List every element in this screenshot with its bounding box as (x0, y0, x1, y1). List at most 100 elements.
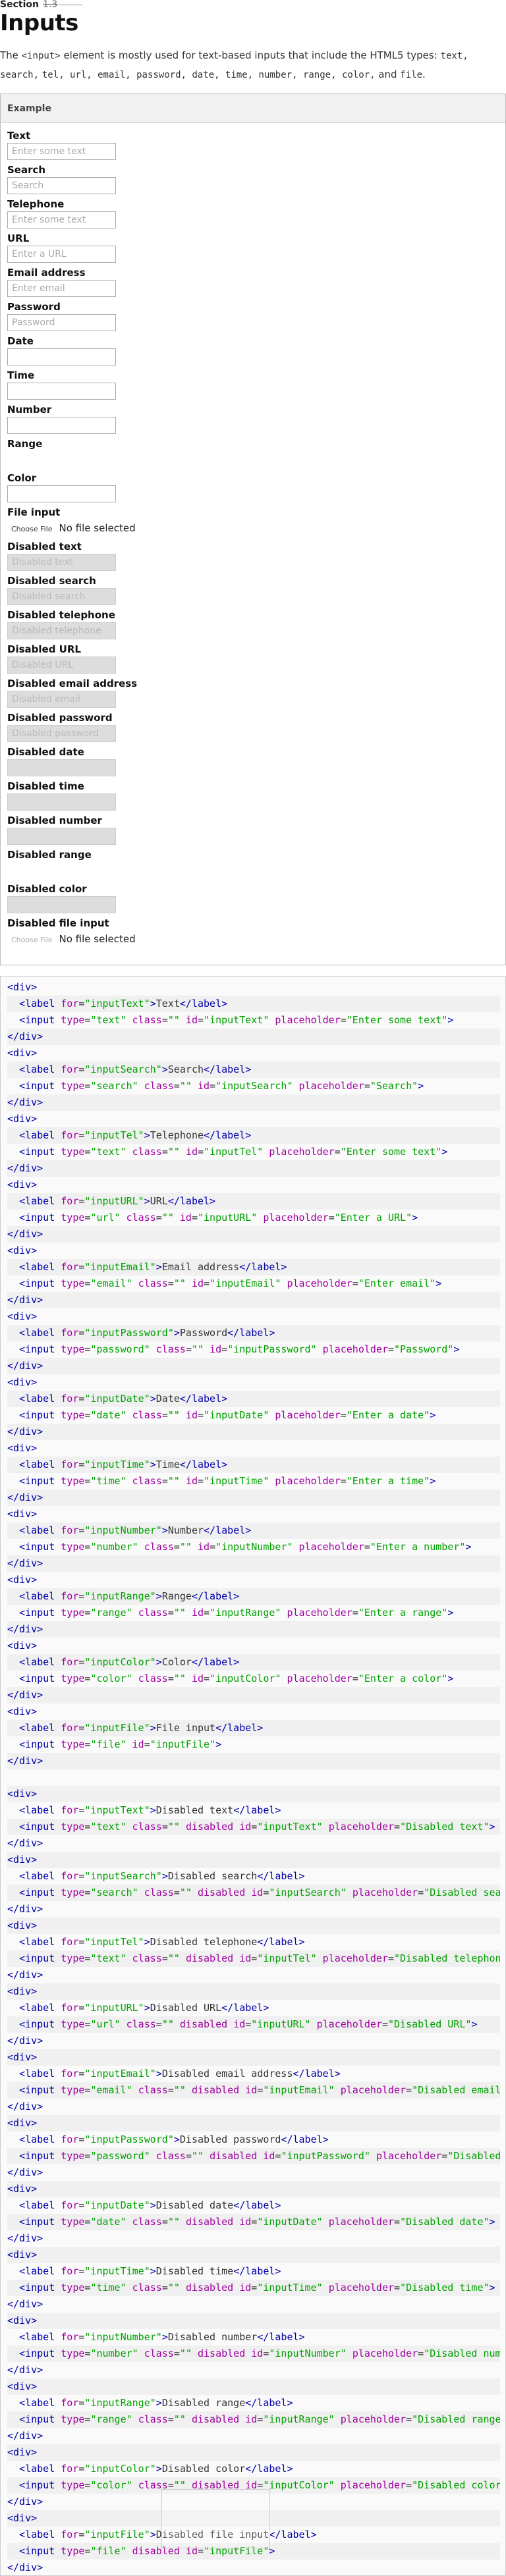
field-disabled-date: Disabled date (7, 745, 499, 779)
input-date[interactable] (7, 348, 116, 365)
input-disabled-search: Disabled search (7, 588, 116, 605)
code-line: <input type="password" class="" id="inpu… (19, 1343, 460, 1355)
intro-last-type: file (400, 70, 423, 80)
field-disabled-password: Disabled password Disabled password (7, 711, 499, 745)
code-line: <div> (7, 1786, 500, 1802)
range-range[interactable] (7, 451, 499, 468)
field-telephone: Telephone Enter some text (7, 197, 499, 231)
code-line: </div> (7, 1753, 500, 1769)
code-line: </div> (7, 1226, 500, 1243)
field-time: Time (7, 368, 499, 402)
code-line: <label for="inputNumber">Number</label> (7, 1522, 500, 1539)
code-line: <div> (7, 1852, 500, 1868)
code-line: <input type="password" class="" disabled… (7, 2148, 500, 2164)
field-password: Password Password (7, 300, 499, 334)
code-line: <label for="inputEmail">Disabled email a… (19, 2068, 341, 2080)
field-disabled-file-input: Disabled file input Choose File No file se… (7, 916, 499, 950)
code-line: <div> (7, 1508, 38, 1520)
code-sample: <div> <label for="inputText">Text</label… (0, 976, 506, 2576)
code-line: </div> (7, 1621, 500, 1638)
range-disabled-range (7, 862, 499, 879)
code-line: <label for="inputEmail">Email address</l… (7, 1259, 500, 1275)
code-line: <input type="text" class="" disabled id=… (7, 1950, 500, 1967)
code-line: </div> (7, 1160, 500, 1177)
file-file-input: Choose File No file selected (7, 520, 499, 537)
code-line: <label for="inputNumber">Disabled number… (19, 2331, 305, 2343)
field-disabled-text: Disabled text Disabled text (7, 539, 499, 574)
field-range: Range (7, 437, 499, 471)
input-color[interactable] (7, 485, 116, 502)
code-line: </div> (7, 2166, 43, 2178)
label-color: Color (7, 472, 37, 484)
code-line: <input type="color" class="" id="inputCo… (19, 1673, 454, 1684)
intro-types-2: tel, url, email, password, date, time, n… (42, 70, 376, 80)
code-line: </div> (7, 1094, 500, 1111)
field-disabled-range: Disabled range (7, 847, 499, 882)
code-line: <input type="time" class="" disabled id=… (7, 2280, 500, 2296)
code-line: <label for="inputTime">Time</label> (7, 1457, 500, 1473)
label-telephone: Telephone (7, 198, 65, 210)
choose-file-button[interactable]: Choose File (7, 523, 57, 535)
code-line: <label for="inputPassword">Disabled pass… (19, 2133, 329, 2145)
label-file-input: File input (7, 506, 61, 518)
code-line: <div> (7, 2313, 500, 2329)
field-file-input: File input Choose File No file selected (7, 505, 499, 539)
label-number: Number (7, 404, 52, 416)
field-disabled-telephone: Disabled telephone Disabled telephone (7, 608, 499, 642)
code-line: <div> (7, 2247, 500, 2263)
example-heading: Example (1, 94, 505, 123)
code-line: <div> (7, 2378, 500, 2395)
code-line: <input type="number" class="" disabled i… (7, 2346, 500, 2362)
label-disabled-email-address: Disabled email address (7, 678, 138, 689)
input-disabled-time (7, 793, 116, 811)
code-line: <input type="url" class="" disabled id="… (7, 2016, 500, 2033)
code-line: </div> (7, 2232, 43, 2244)
code-line: <input type="email" class="" disabled id… (7, 2082, 500, 2099)
code-line: <input type="date" class="" id="inputDat… (19, 1409, 436, 1421)
input-telephone[interactable]: Enter some text (7, 211, 116, 228)
section-number: 1.3 (42, 0, 58, 10)
code-line: <label for="inputPassword">Password</lab… (7, 1325, 500, 1341)
field-disabled-time: Disabled time (7, 779, 499, 813)
input-email-address[interactable]: Enter email (7, 280, 116, 297)
input-disabled-password: Disabled password (7, 725, 116, 742)
code-line: <div> (7, 1047, 38, 1059)
input-time[interactable] (7, 383, 116, 400)
code-line: <div> (7, 1113, 38, 1125)
code-line: <label for="inputRange">Disabled range</… (19, 2397, 293, 2409)
code-line: <div> (7, 1376, 38, 1388)
code-line: <input type="date" class="" disabled id=… (7, 2214, 500, 2230)
label-disabled-search: Disabled search (7, 575, 96, 587)
input-disabled-url: Disabled URL (7, 657, 116, 674)
page-title: Inputs (0, 10, 78, 36)
input-disabled-number (7, 828, 116, 845)
overlay-box (161, 2489, 270, 2548)
field-search: Search Search (7, 163, 499, 197)
input-number[interactable] (7, 417, 116, 434)
code-line: <label for="inputURL">URL</label> (7, 1193, 500, 1210)
code-line: <label for="inputColor">Color</label> (7, 1654, 500, 1671)
label-password: Password (7, 301, 61, 313)
code-line: <input type="range" class="" disabled id… (7, 2411, 500, 2428)
code-line: <label for="inputTel">Disabled telephone… (19, 1936, 305, 1948)
code-line: <label for="inputSearch">Disabled search… (19, 1870, 305, 1882)
label-disabled-time: Disabled time (7, 780, 84, 792)
field-disabled-email-address: Disabled email address Disabled email (7, 676, 499, 711)
input-text[interactable]: Enter some text (7, 143, 116, 160)
label-disabled-password: Disabled password (7, 712, 113, 724)
input-disabled-date (7, 759, 116, 776)
code-line: </div> (7, 1029, 500, 1045)
code-line: <div> (7, 981, 38, 993)
label-time: Time (7, 369, 35, 381)
code-line: <label for="inputColor">Disabled color</… (19, 2463, 293, 2475)
code-line: </div> (7, 2364, 43, 2376)
input-disabled-telephone: Disabled telephone (7, 622, 116, 639)
input-password[interactable]: Password (7, 314, 116, 331)
code-line: </div> (7, 1837, 43, 1849)
code-line: </div> (7, 1555, 500, 1572)
input-url[interactable]: Enter a URL (7, 246, 116, 263)
input-search[interactable]: Search (7, 177, 116, 194)
code-line: <input type="email" class="" id="inputEm… (19, 1277, 442, 1289)
code-line: <label for="inputTime">Disabled time</la… (19, 2265, 281, 2277)
code-line: <input type="search" class="" disabled i… (7, 1885, 500, 1901)
